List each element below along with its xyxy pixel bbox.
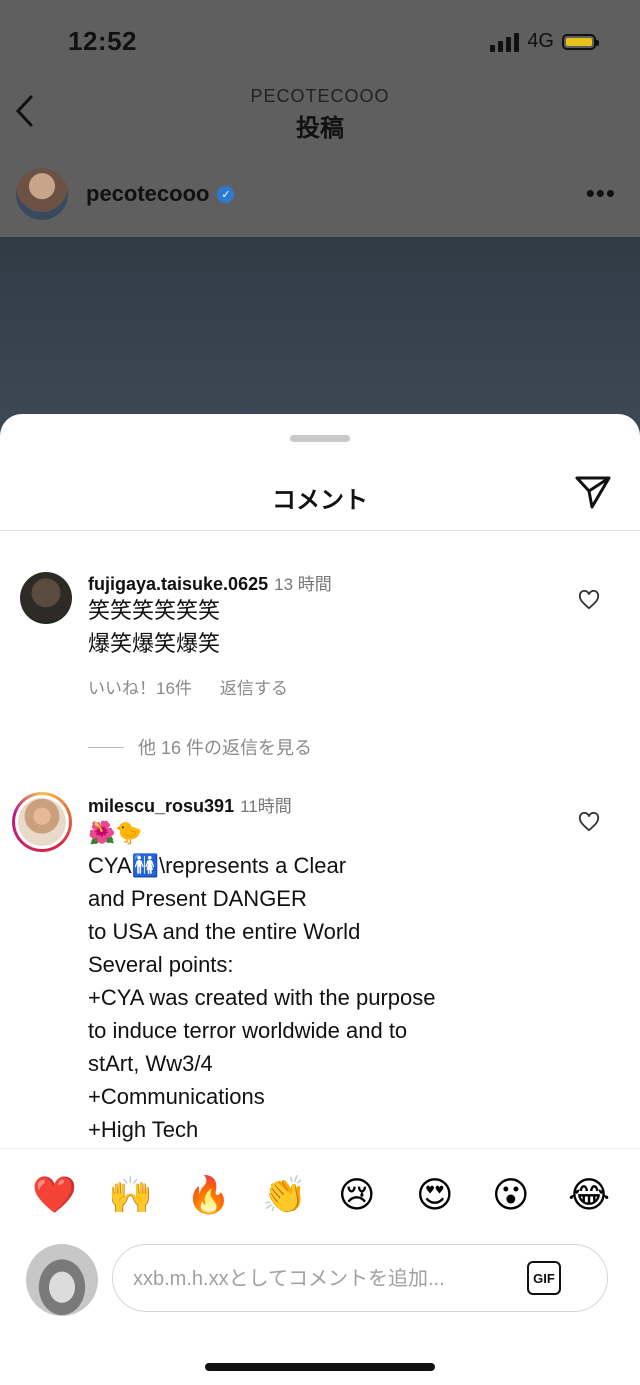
commenter-avatar-story-ring[interactable] xyxy=(12,792,72,852)
signal-icon xyxy=(490,32,520,52)
like-heart-icon[interactable] xyxy=(578,589,600,615)
sheet-title: コメント xyxy=(272,487,368,514)
gif-button[interactable]: GIF xyxy=(527,1261,561,1295)
battery-icon xyxy=(562,33,599,50)
comment-text: 🌺🐤 CYA🚻\represents a Clear and Present D… xyxy=(88,820,436,1142)
emoji-crying-button[interactable]: 😢 xyxy=(338,1175,376,1215)
page-title: 投稿 xyxy=(296,115,344,142)
comment-text: 笑笑笑笑笑笑 爆笑爆笑爆笑 xyxy=(88,598,221,656)
emoji-fire-button[interactable]: 🔥 xyxy=(186,1175,231,1215)
post-username[interactable]: pecotecooo xyxy=(86,181,209,207)
comment-actions: いいね！16件 返信する xyxy=(88,674,288,699)
comment-like-count[interactable]: いいね！16件 xyxy=(88,674,192,699)
home-indicator xyxy=(205,1363,435,1371)
post-image xyxy=(0,237,640,437)
comment-input-container[interactable]: GIF xyxy=(112,1244,608,1312)
comment-composer: GIF xyxy=(0,1242,640,1342)
comment-time: 13 時間 xyxy=(274,575,332,594)
emoji-laughing-button[interactable]: 😂 xyxy=(568,1175,610,1215)
commenter-avatar[interactable] xyxy=(20,572,72,624)
comment-username-row: fujigaya.taisuke.0625 13 時間 xyxy=(88,570,332,595)
emoji-heart-button[interactable]: ❤️ xyxy=(32,1175,77,1215)
more-options-icon[interactable]: ••• xyxy=(586,178,616,209)
status-icons: 4G xyxy=(490,30,599,53)
emoji-surprised-button[interactable]: 😮 xyxy=(492,1175,530,1215)
comment-username[interactable]: milescu_rosu391 xyxy=(88,796,234,816)
verified-badge-icon: ✓ xyxy=(217,185,235,203)
emoji-reaction-bar: ❤️ 🙌 🔥 👏 😢 😍 😮 😂 xyxy=(0,1148,640,1243)
emoji-raised-hands-button[interactable]: 🙌 xyxy=(108,1175,153,1215)
comment-username-row: milescu_rosu391 11時間 xyxy=(88,792,292,817)
emoji-clap-button[interactable]: 👏 xyxy=(262,1175,307,1215)
view-replies-button[interactable]: 他 16 件の返信を見る xyxy=(88,734,312,760)
comment-time: 11時間 xyxy=(240,797,292,816)
emoji-heart-eyes-button[interactable]: 😍 xyxy=(416,1175,454,1215)
post-author[interactable]: pecotecooo ✓ xyxy=(86,181,235,207)
header-account: PECOTECOOO xyxy=(250,86,390,106)
replies-line xyxy=(88,746,124,748)
comment-input[interactable] xyxy=(131,1263,515,1295)
post-avatar[interactable] xyxy=(16,168,68,220)
current-user-avatar xyxy=(26,1244,98,1316)
comment-username[interactable]: fujigaya.taisuke.0625 xyxy=(88,574,268,594)
status-time: 12:52 xyxy=(68,26,137,56)
sheet-grabber[interactable] xyxy=(290,435,350,442)
reply-button[interactable]: 返信する xyxy=(220,674,288,699)
divider xyxy=(0,530,640,531)
view-replies-label[interactable]: 他 16 件の返信を見る xyxy=(138,734,312,760)
network-label: 4G xyxy=(527,30,554,52)
like-heart-icon[interactable] xyxy=(578,811,600,837)
comments-sheet: コメント fujigaya.taisuke.0625 13 時間 笑笑笑笑笑笑 爆… xyxy=(0,414,640,1385)
share-send-icon[interactable] xyxy=(574,474,612,515)
